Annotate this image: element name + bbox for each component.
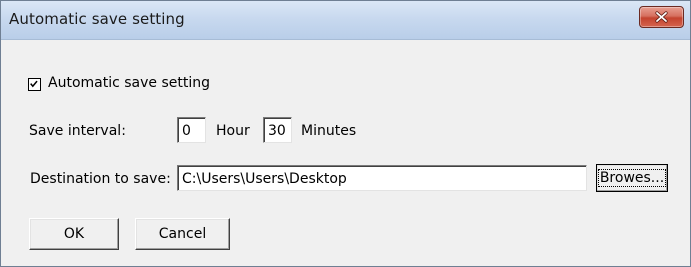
minutes-input[interactable] (263, 117, 292, 143)
cancel-button[interactable]: Cancel (135, 218, 230, 250)
cancel-button-label: Cancel (158, 226, 207, 242)
destination-path-input[interactable] (177, 165, 587, 191)
dialog-window: Automatic save setting Automatic save se… (0, 0, 691, 267)
ok-button[interactable]: OK (29, 218, 119, 250)
minutes-unit-label: Minutes (301, 123, 357, 139)
browse-button-label: Browes... (597, 169, 667, 187)
close-icon (655, 11, 668, 23)
hours-unit-label: Hour (216, 123, 250, 139)
browse-button[interactable]: Browes... (596, 164, 668, 192)
auto-save-checkbox[interactable] (28, 78, 41, 91)
checkmark-icon (30, 80, 38, 88)
save-interval-label: Save interval: (29, 123, 126, 139)
dialog-content: Automatic save setting Save interval: Ho… (1, 40, 690, 266)
close-button[interactable] (639, 6, 684, 28)
hours-input[interactable] (177, 117, 206, 143)
title-bar[interactable]: Automatic save setting (1, 1, 690, 40)
window-title: Automatic save setting (9, 10, 185, 28)
auto-save-checkbox-label[interactable]: Automatic save setting (48, 75, 210, 91)
destination-label: Destination to save: (30, 171, 171, 187)
ok-button-label: OK (63, 226, 85, 242)
